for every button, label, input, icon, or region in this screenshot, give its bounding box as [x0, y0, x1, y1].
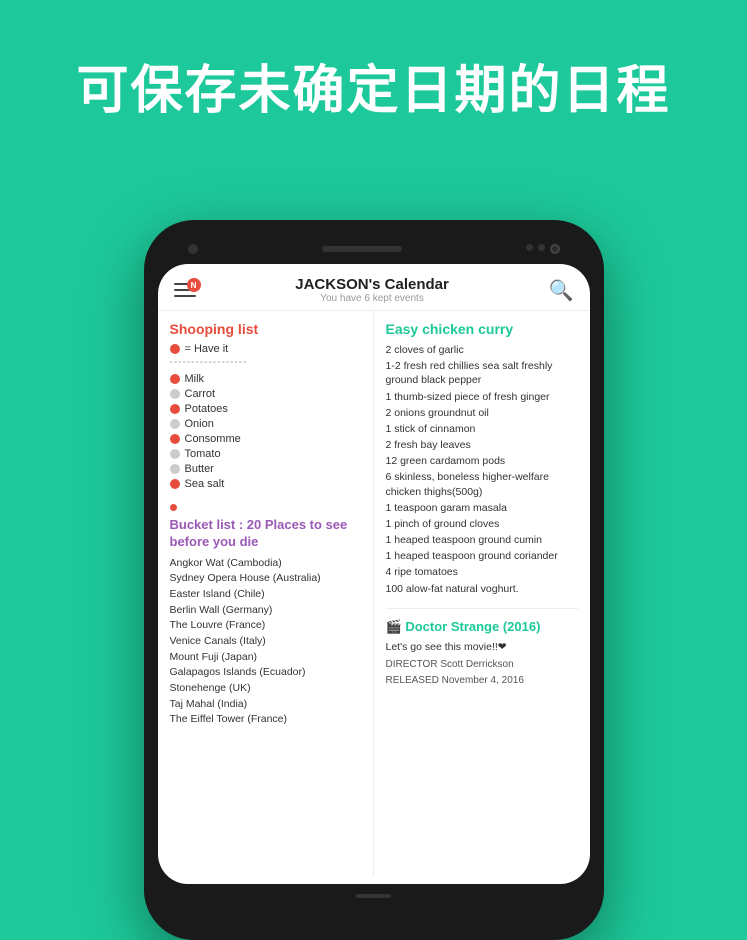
bottom-nav-button — [356, 894, 391, 898]
recipe-item: 2 fresh bay leaves — [386, 438, 578, 452]
bucket-item: The Eiffel Tower (France) — [170, 713, 361, 727]
recipe-item: 1 heaped teaspoon ground cumin — [386, 533, 578, 547]
list-item: Onion — [170, 418, 361, 430]
recipe-item: 1 pinch of ground cloves — [386, 517, 578, 531]
red-accent-dot — [170, 504, 177, 511]
recipe-item: 1 teaspoon garam masala — [386, 501, 578, 515]
hero-heading: 可保存未确定日期的日程 — [0, 60, 747, 122]
gray-dot-icon — [170, 449, 180, 459]
notification-badge: N — [187, 278, 201, 292]
list-item: Tomato — [170, 448, 361, 460]
list-item: Sea salt — [170, 478, 361, 490]
recipe-item: 1 thumb-sized piece of fresh ginger — [386, 390, 578, 404]
movie-title: 🎬 Doctor Strange (2016) — [386, 619, 578, 635]
bucket-item: Sydney Opera House (Australia) — [170, 572, 361, 586]
camera-lens-icon — [550, 244, 560, 254]
red-dot-icon — [170, 404, 180, 414]
bucket-item: Venice Canals (Italy) — [170, 635, 361, 649]
item-carrot: Carrot — [185, 388, 216, 400]
divider: ------------------ — [170, 357, 361, 368]
movie-release: RELEASED November 4, 2016 — [386, 675, 578, 686]
item-milk: Milk — [185, 373, 205, 385]
legend-text: = Have it — [185, 343, 229, 355]
recipe-item: 4 ripe tomatoes — [386, 565, 578, 579]
red-dot-icon — [170, 479, 180, 489]
list-item: Carrot — [170, 388, 361, 400]
front-camera-icon — [188, 244, 198, 254]
item-potatoes: Potatoes — [185, 403, 228, 415]
bucket-item: Mount Fuji (Japan) — [170, 651, 361, 665]
recipe-item: 1 heaped teaspoon ground coriander — [386, 549, 578, 563]
recipe-item: 12 green cardamom pods — [386, 454, 578, 468]
bucket-item: The Louvre (France) — [170, 619, 361, 633]
list-item: Butter — [170, 463, 361, 475]
phone-screen: N JACKSON's Calendar You have 6 kept eve… — [158, 264, 590, 884]
shopping-list-title: Shooping list — [170, 321, 361, 337]
recipe-item: 6 skinless, boneless higher-welfare chic… — [386, 470, 578, 498]
red-dot-icon — [170, 434, 180, 444]
h-line-3 — [174, 295, 196, 297]
bucket-item: Easter Island (Chile) — [170, 588, 361, 602]
sensor-2 — [538, 244, 545, 251]
bucket-item: Galapagos Islands (Ecuador) — [170, 666, 361, 680]
list-item: Milk — [170, 373, 361, 385]
recipe-item: 100 alow-fat natural voghurt. — [386, 582, 578, 596]
movie-emoji-icon: 🎬 — [386, 619, 402, 634]
bucket-item: Taj Mahal (India) — [170, 698, 361, 712]
search-button[interactable]: 🔍 — [549, 278, 574, 303]
movie-title-text: Doctor Strange (2016) — [405, 619, 540, 634]
phone-notch — [158, 240, 590, 264]
gray-dot-icon — [170, 389, 180, 399]
gray-dot-icon — [170, 419, 180, 429]
header-center: JACKSON's Calendar You have 6 kept event… — [295, 276, 449, 304]
app-content: Shooping list = Have it ----------------… — [158, 311, 590, 876]
item-consomme: Consomme — [185, 433, 241, 445]
recipe-item: 1-2 fresh red chillies sea salt freshly … — [386, 359, 578, 387]
movie-section: 🎬 Doctor Strange (2016) Let's go see thi… — [386, 608, 578, 686]
gray-dot-icon — [170, 464, 180, 474]
red-dot-legend — [170, 344, 180, 354]
menu-button[interactable]: N — [174, 283, 196, 297]
phone-bottom-bar — [158, 884, 590, 904]
speaker-grill — [322, 246, 402, 252]
phone-body: N JACKSON's Calendar You have 6 kept eve… — [144, 220, 604, 940]
movie-director: DIRECTOR Scott Derrickson — [386, 659, 578, 670]
item-butter: Butter — [185, 463, 214, 475]
phone-mockup: N JACKSON's Calendar You have 6 kept eve… — [144, 220, 604, 940]
calendar-subtitle: You have 6 kept events — [295, 293, 449, 304]
sensor-1 — [526, 244, 533, 251]
left-panel[interactable]: Shooping list = Have it ----------------… — [158, 311, 374, 876]
recipe-title: Easy chicken curry — [386, 321, 578, 337]
list-item: Consomme — [170, 433, 361, 445]
item-sea-salt: Sea salt — [185, 478, 225, 490]
bucket-list-title: Bucket list : 20 Places to see before yo… — [170, 517, 361, 551]
movie-description: Let's go see this movie!!❤ — [386, 640, 578, 654]
sensor-area — [526, 244, 560, 254]
red-dot-icon — [170, 374, 180, 384]
bucket-list-section: Bucket list : 20 Places to see before yo… — [170, 504, 361, 727]
recipe-item: 2 onions groundnut oil — [386, 406, 578, 420]
bucket-item: Angkor Wat (Cambodia) — [170, 557, 361, 571]
app-header: N JACKSON's Calendar You have 6 kept eve… — [158, 264, 590, 311]
item-onion: Onion — [185, 418, 214, 430]
recipe-item: 2 cloves of garlic — [386, 343, 578, 357]
recipe-item: 1 stick of cinnamon — [386, 422, 578, 436]
right-panel[interactable]: Easy chicken curry 2 cloves of garlic 1-… — [374, 311, 590, 876]
item-tomato: Tomato — [185, 448, 221, 460]
calendar-title: JACKSON's Calendar — [295, 276, 449, 293]
bucket-item: Berlin Wall (Germany) — [170, 604, 361, 618]
list-item: Potatoes — [170, 403, 361, 415]
legend-row: = Have it — [170, 343, 361, 355]
bucket-item: Stonehenge (UK) — [170, 682, 361, 696]
